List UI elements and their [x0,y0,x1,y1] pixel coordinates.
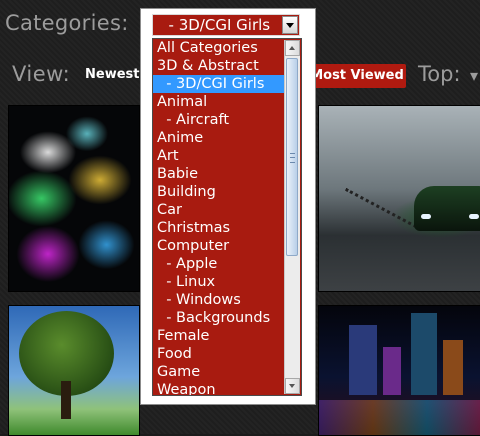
headlight-graphic [421,214,431,219]
dropdown-option[interactable]: Game [153,363,284,381]
wallpaper-thumbnail-city[interactable] [318,305,480,436]
dropdown-option[interactable]: Christmas [153,219,284,237]
category-dropdown-list[interactable]: All Categories 3D & Abstract - 3D/CGI Gi… [152,38,302,396]
dropdown-option[interactable]: Art [153,147,284,165]
car-graphic [414,186,480,231]
building-graphic [383,347,401,395]
tree-trunk-graphic [61,381,71,419]
scroll-up-icon[interactable] [285,40,300,56]
dropdown-option[interactable]: - Linux [153,273,284,291]
scroll-down-icon[interactable] [285,378,300,394]
dropdown-option[interactable]: Car [153,201,284,219]
dropdown-option-selected[interactable]: - 3D/CGI Girls [153,75,284,93]
dropdown-option[interactable]: Weapon [153,381,284,395]
wallpaper-thumbnail-smoke[interactable] [8,105,140,292]
dropdown-option[interactable]: Building [153,183,284,201]
water-reflection-graphic [319,400,480,435]
dropdown-option[interactable]: - Backgrounds [153,309,284,327]
chevron-down-icon[interactable]: ▾ [470,66,478,85]
headlight-graphic [469,214,479,219]
wallpaper-thumbnail-tree[interactable] [8,305,140,436]
category-select-value: - 3D/CGI Girls [159,16,271,34]
dropdown-option[interactable]: - Apple [153,255,284,273]
grip-icon [290,153,295,163]
dropdown-option[interactable]: Female [153,327,284,345]
dropdown-option[interactable]: Computer [153,237,284,255]
dropdown-option[interactable]: 3D & Abstract [153,57,284,75]
dropdown-option[interactable]: - Windows [153,291,284,309]
category-select[interactable]: - 3D/CGI Girls [152,14,300,36]
scrollbar-thumb[interactable] [286,58,298,256]
view-label: View: [12,62,71,86]
dropdown-option[interactable]: Anime [153,129,284,147]
dropdown-option[interactable]: All Categories [153,39,284,57]
dropdown-option[interactable]: Babie [153,165,284,183]
dropdown-option[interactable]: - Aircraft [153,111,284,129]
chain-graphic [341,187,417,236]
wallpaper-thumbnail-car[interactable] [318,105,480,292]
building-graphic [411,313,437,395]
building-graphic [349,325,377,395]
dropdown-scrollbar[interactable] [284,40,300,394]
chevron-down-icon[interactable] [282,16,298,34]
top-label: Top: [418,62,461,86]
view-newest-link[interactable]: Newest [85,67,139,82]
dropdown-option[interactable]: Food [153,345,284,363]
categories-label: Categories: [5,11,129,35]
building-graphic [443,340,463,395]
page-background: Categories: View: Newest Most Viewed Top… [0,0,480,436]
dropdown-option[interactable]: Animal [153,93,284,111]
